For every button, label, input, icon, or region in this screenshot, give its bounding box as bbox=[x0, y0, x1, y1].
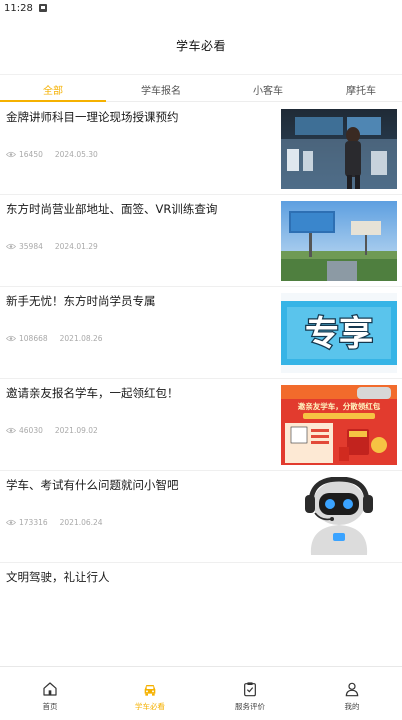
article-title: 东方时尚营业部地址、面签、VR训练查询 bbox=[6, 202, 218, 216]
article-item[interactable]: 新手无忧！东方时尚学员专属 108668 2021.08.26 专享 bbox=[0, 287, 402, 379]
nav-home[interactable]: 首页 bbox=[0, 667, 100, 720]
article-item[interactable]: 邀请亲友报名学车，一起领红包！ 46030 2021.09.02 邀亲友学车，分… bbox=[0, 379, 402, 471]
thumbnail-caption: 专享 bbox=[305, 314, 373, 354]
car-icon bbox=[144, 685, 156, 696]
article-thumbnail bbox=[281, 201, 397, 281]
eye-icon bbox=[6, 151, 16, 158]
article-item[interactable]: 文明驾驶，礼让行人 bbox=[0, 563, 402, 655]
tab-all[interactable]: 全部 bbox=[0, 75, 106, 103]
article-date: 2021.06.24 bbox=[59, 518, 103, 527]
article-thumbnail: 专享 bbox=[281, 293, 397, 373]
view-count: 35984 bbox=[19, 242, 43, 251]
nav-service-review[interactable]: 服务评价 bbox=[200, 667, 300, 720]
view-count: 46030 bbox=[19, 426, 43, 435]
eye-icon bbox=[6, 519, 16, 526]
article-thumbnail bbox=[281, 109, 397, 189]
article-title: 新手无忧！东方时尚学员专属 bbox=[6, 294, 156, 308]
article-item[interactable]: 东方时尚营业部地址、面签、VR训练查询 35984 2024.01.29 bbox=[0, 195, 402, 287]
bottom-nav: 首页 学车必看 服务评价 我的 bbox=[0, 666, 402, 720]
article-thumbnail: 邀亲友学车，分散领红包 bbox=[281, 385, 397, 465]
eye-icon bbox=[6, 243, 16, 250]
page-title: 学车必看 bbox=[175, 38, 226, 53]
article-item[interactable]: 学车、考试有什么问题就问小智吧 173316 2021.06.24 bbox=[0, 471, 402, 563]
active-tab-indicator bbox=[0, 100, 106, 102]
article-title: 文明驾驶，礼让行人 bbox=[6, 570, 110, 584]
article-meta: 16450 2024.05.30 bbox=[6, 150, 98, 159]
tab-small-car[interactable]: 小客车 bbox=[216, 75, 320, 103]
article-date: 2024.05.30 bbox=[54, 150, 98, 159]
nav-label: 服务评价 bbox=[235, 702, 265, 711]
nav-label: 首页 bbox=[42, 702, 58, 711]
article-date: 2021.08.26 bbox=[59, 334, 103, 343]
user-icon bbox=[345, 682, 359, 697]
view-count: 16450 bbox=[19, 150, 43, 159]
notification-icon bbox=[38, 4, 47, 12]
clipboard-check-icon bbox=[244, 682, 256, 697]
article-thumbnail bbox=[281, 477, 397, 557]
article-date: 2024.01.29 bbox=[54, 242, 98, 251]
eye-icon bbox=[6, 427, 16, 434]
view-count: 108668 bbox=[19, 334, 48, 343]
tab-registration[interactable]: 学车报名 bbox=[106, 75, 216, 103]
status-bar: 11:28 bbox=[0, 0, 402, 16]
title-bar: 学车必看 bbox=[0, 16, 402, 74]
home-icon bbox=[43, 682, 57, 696]
article-title: 学车、考试有什么问题就问小智吧 bbox=[6, 478, 179, 492]
eye-icon bbox=[6, 335, 16, 342]
nav-profile[interactable]: 我的 bbox=[302, 667, 402, 720]
nav-label: 我的 bbox=[344, 702, 360, 711]
article-meta: 173316 2021.06.24 bbox=[6, 518, 103, 527]
tab-motorcycle[interactable]: 摩托车 bbox=[320, 75, 402, 103]
article-title: 金牌讲师科目一理论现场授课预约 bbox=[6, 110, 179, 124]
article-title: 邀请亲友报名学车，一起领红包！ bbox=[6, 386, 179, 400]
article-meta: 46030 2021.09.02 bbox=[6, 426, 98, 435]
view-count: 173316 bbox=[19, 518, 48, 527]
status-time: 11:28 bbox=[4, 2, 33, 14]
nav-study[interactable]: 学车必看 bbox=[100, 667, 200, 720]
category-tabs: 全部 学车报名 小客车 摩托车 bbox=[0, 74, 402, 102]
article-item[interactable]: 金牌讲师科目一理论现场授课预约 16450 2024.05.30 bbox=[0, 103, 402, 195]
thumbnail-caption: 邀亲友学车，分散领红包 bbox=[298, 401, 381, 411]
nav-label: 学车必看 bbox=[135, 702, 165, 711]
article-meta: 108668 2021.08.26 bbox=[6, 334, 103, 343]
article-date: 2021.09.02 bbox=[54, 426, 98, 435]
article-meta: 35984 2024.01.29 bbox=[6, 242, 98, 251]
